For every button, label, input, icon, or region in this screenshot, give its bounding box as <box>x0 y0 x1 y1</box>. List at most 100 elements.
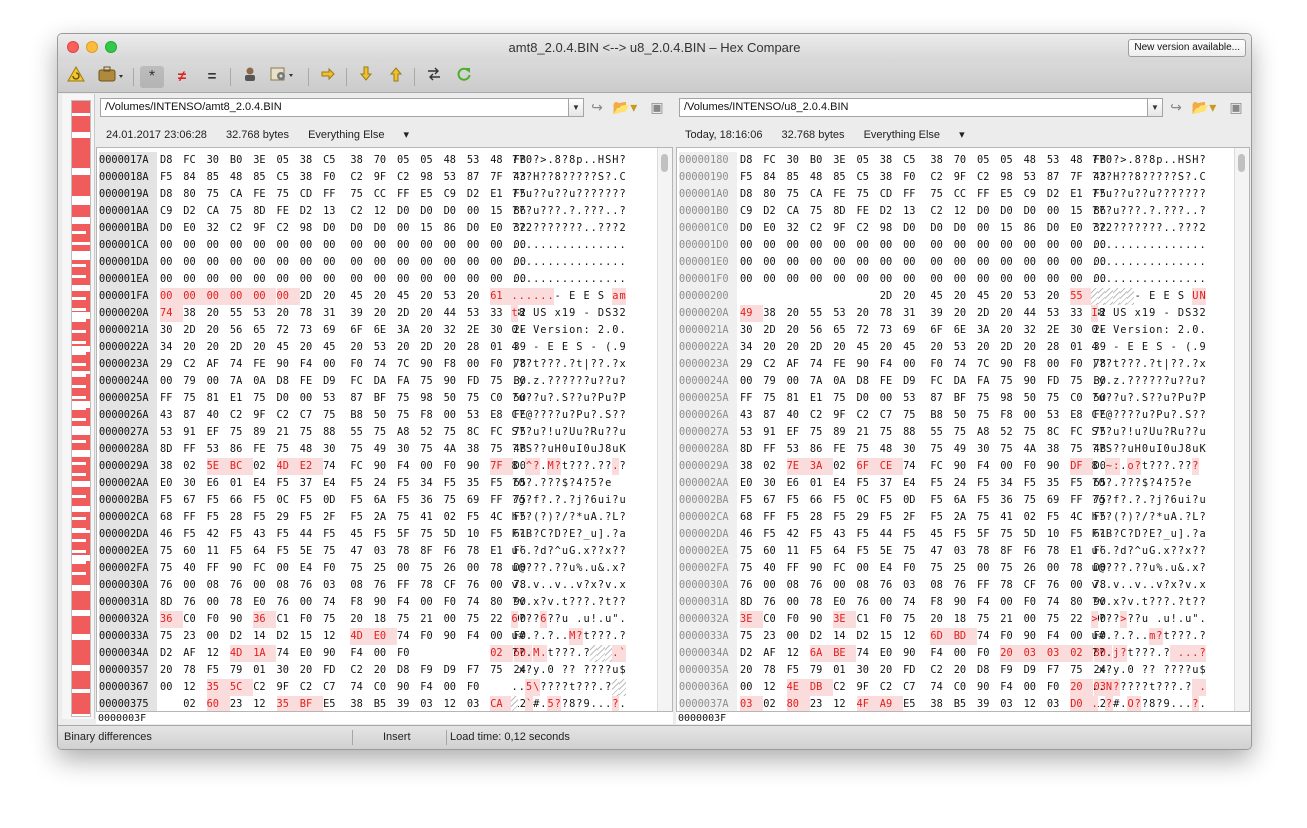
hex-byte[interactable]: E1 <box>1070 186 1093 203</box>
hex-byte[interactable]: 00 <box>420 271 443 288</box>
ascii-char[interactable]: ? <box>1149 458 1156 475</box>
hex-byte[interactable]: 56 <box>230 322 253 339</box>
hex-byte[interactable]: 40 <box>207 407 230 424</box>
hex-byte[interactable]: 9F <box>954 169 977 186</box>
ascii-char[interactable] <box>554 339 561 356</box>
ascii-char[interactable] <box>1105 288 1113 305</box>
difference-band[interactable] <box>72 615 90 635</box>
ascii-char[interactable]: . <box>1120 271 1127 288</box>
hex-byte[interactable]: 15 <box>1070 203 1093 220</box>
hex-byte[interactable]: 00 <box>930 237 953 254</box>
equal-icon[interactable]: = <box>200 66 224 88</box>
ascii-char[interactable]: . <box>1120 662 1127 679</box>
hex-byte[interactable]: F5 <box>880 509 903 526</box>
hex-byte[interactable]: 49 <box>954 441 977 458</box>
hex-byte[interactable]: 02 <box>1024 509 1047 526</box>
hex-byte[interactable]: F5 <box>810 526 833 543</box>
hex-byte[interactable]: 30 <box>183 475 206 492</box>
ascii-char[interactable]: ? <box>597 356 604 373</box>
hex-byte[interactable]: 26 <box>444 560 467 577</box>
hex-byte[interactable]: 38 <box>740 458 763 475</box>
ascii-char[interactable]: S <box>605 407 612 424</box>
ascii-char[interactable]: . <box>583 560 590 577</box>
ascii-char[interactable]: t <box>547 645 554 662</box>
hex-byte[interactable]: 8D <box>160 594 183 611</box>
ascii-char[interactable]: ^ <box>525 458 533 475</box>
hex-byte[interactable]: C9 <box>444 186 467 203</box>
ascii-char[interactable]: i <box>1185 492 1192 509</box>
ascii-char[interactable]: t <box>561 594 568 611</box>
hex-byte[interactable]: FA <box>397 373 420 390</box>
ascii-char[interactable]: . <box>1120 628 1127 645</box>
ascii-char[interactable]: ? <box>547 679 554 696</box>
ascii-char[interactable]: ` <box>518 543 525 560</box>
hex-byte[interactable]: F5 <box>277 475 300 492</box>
ascii-char[interactable]: ? <box>619 560 626 577</box>
hex-byte[interactable]: C2 <box>763 356 786 373</box>
hex-byte[interactable]: E8 <box>1070 407 1093 424</box>
ascii-char[interactable]: ? <box>569 203 576 220</box>
ascii-char[interactable]: . <box>539 288 547 305</box>
ascii-char[interactable]: . <box>583 237 590 254</box>
hex-byte[interactable]: 53 <box>207 441 230 458</box>
hex-byte[interactable]: 20 <box>954 662 977 679</box>
ascii-char[interactable]: u <box>597 424 604 441</box>
hex-byte[interactable]: 8D <box>833 203 856 220</box>
hex-byte[interactable]: 02 <box>763 458 786 475</box>
ascii-char[interactable] <box>511 662 518 679</box>
ascii-char[interactable]: u <box>583 407 590 424</box>
hex-byte[interactable]: 75 <box>444 492 467 509</box>
left-vertical-scrollbar[interactable] <box>657 148 672 717</box>
difference-band[interactable] <box>72 407 90 426</box>
hex-byte[interactable]: 53 <box>323 390 346 407</box>
hex-byte[interactable]: 02 <box>1070 645 1094 662</box>
hex-byte[interactable]: 30 <box>857 662 880 679</box>
ascii-char[interactable]: 5 <box>525 679 533 696</box>
hex-byte[interactable]: 21 <box>420 611 443 628</box>
ascii-char[interactable]: ? <box>1149 169 1156 186</box>
hex-byte[interactable]: 38 <box>763 305 786 322</box>
hex-byte[interactable]: 20 <box>880 339 903 356</box>
ascii-char[interactable] <box>597 645 605 662</box>
ascii-char[interactable]: . <box>554 237 561 254</box>
hex-byte[interactable]: 75 <box>833 390 856 407</box>
hex-byte[interactable]: FE <box>253 186 276 203</box>
ascii-char[interactable]: u <box>1156 424 1163 441</box>
ascii-char[interactable]: ? <box>561 186 568 203</box>
hex-byte[interactable]: 90 <box>230 611 253 628</box>
ascii-char[interactable]: u <box>1091 560 1098 577</box>
hex-byte[interactable]: 20 <box>420 288 443 305</box>
ascii-char[interactable] <box>1112 288 1120 305</box>
right-open-folder-icon[interactable]: 📂▾ <box>1189 98 1219 117</box>
hex-byte[interactable]: 75 <box>420 373 443 390</box>
ascii-char[interactable]: ? <box>1119 645 1127 662</box>
hex-byte[interactable]: 00 <box>207 594 230 611</box>
hex-byte[interactable]: F5 <box>444 475 467 492</box>
hex-byte[interactable]: 24 <box>954 475 977 492</box>
hex-byte[interactable]: 00 <box>977 271 1000 288</box>
hex-byte[interactable]: F5 <box>787 662 810 679</box>
ascii-char[interactable]: x <box>1134 305 1141 322</box>
hex-byte[interactable]: 12 <box>763 679 786 696</box>
ascii-char[interactable]: H <box>533 169 540 186</box>
ascii-char[interactable]: ? <box>1149 509 1156 526</box>
ascii-char[interactable]: ? <box>561 645 568 662</box>
hex-byte[interactable]: 01 <box>253 662 276 679</box>
hex-byte[interactable]: F5 <box>880 492 903 509</box>
hex-byte[interactable]: F5 <box>374 526 397 543</box>
ascii-char[interactable] <box>1119 288 1127 305</box>
ascii-char[interactable]: 0 <box>1192 322 1199 339</box>
hex-byte[interactable]: 90 <box>1024 628 1047 645</box>
ascii-char[interactable]: S <box>511 424 518 441</box>
hex-byte[interactable]: 61 <box>490 288 514 305</box>
ascii-char[interactable]: . <box>561 356 568 373</box>
ascii-char[interactable]: . <box>569 254 576 271</box>
hex-byte[interactable]: 48 <box>1070 152 1093 169</box>
hex-byte[interactable]: 43 <box>160 407 183 424</box>
hex-byte[interactable]: 0D <box>323 492 346 509</box>
hex-byte[interactable]: 00 <box>1024 237 1047 254</box>
hex-byte[interactable]: 21 <box>857 424 880 441</box>
ascii-char[interactable]: E <box>583 288 590 305</box>
ascii-char[interactable]: ? <box>1098 152 1105 169</box>
ascii-char[interactable]: . <box>554 271 561 288</box>
